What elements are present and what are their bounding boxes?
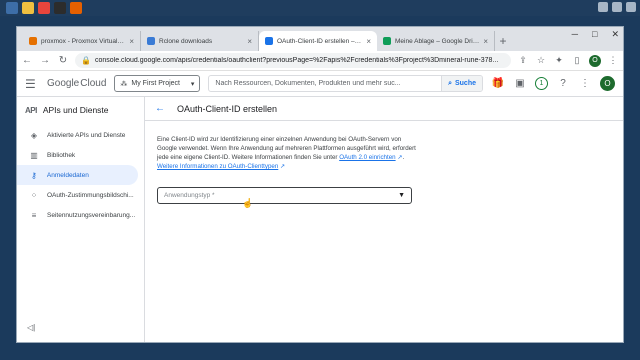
browser-tab[interactable]: Meine Ablage – Google Drive × (377, 31, 495, 51)
sidebar-item-label: OAuth-Zustimmungsbildschi... (47, 191, 134, 199)
new-tab-button[interactable]: + (495, 31, 511, 51)
terminal-icon[interactable] (54, 2, 66, 14)
tab-title: Rclone downloads (159, 37, 213, 45)
content-area: ← OAuth-Client-ID erstellen Eine Client-… (145, 97, 623, 342)
sidebar-item-label: Bibliothek (47, 151, 76, 159)
main-area: API APIs und Dienste ◈ Aktivierte APIs u… (17, 97, 623, 342)
sidebar-item-credentials[interactable]: ⚷ Anmeldedaten (17, 165, 138, 185)
os-taskbar (0, 0, 640, 16)
project-tree-icon: ⁂ (120, 80, 128, 88)
sidebar-item-label: Aktivierte APIs und Dienste (47, 131, 126, 139)
external-link-icon: ↗ (278, 163, 286, 170)
close-icon[interactable]: × (129, 37, 134, 46)
project-name: My First Project (131, 80, 181, 87)
forward-arrow-icon[interactable]: → (39, 55, 51, 66)
tray-icon[interactable] (612, 2, 622, 12)
library-icon: ▥ (30, 150, 38, 160)
external-link-icon: ↗ (395, 154, 403, 161)
app-icon[interactable] (6, 2, 18, 14)
logo-cloud: Cloud (80, 78, 107, 89)
browser-tab-active[interactable]: OAuth-Client-ID erstellen – APIs × (259, 31, 377, 51)
firefox-icon[interactable] (70, 2, 82, 14)
sidebar: API APIs und Dienste ◈ Aktivierte APIs u… (17, 97, 145, 342)
search-icon: ⌕ (448, 79, 452, 87)
back-arrow-icon[interactable]: ← (155, 103, 165, 114)
reload-icon[interactable]: ↻ (57, 55, 69, 66)
sidebar-item-page-usage[interactable]: ≡ Seitennutzungsvereinbarung... (17, 205, 144, 225)
client-types-link[interactable]: Weitere Informationen zu OAuth-Clienttyp… (157, 163, 278, 170)
bookmark-star-icon[interactable]: ☆ (535, 55, 547, 66)
tab-favicon (383, 37, 391, 45)
gift-icon[interactable]: 🎁 (491, 78, 505, 89)
sidepanel-icon[interactable]: ▯ (571, 55, 583, 66)
window-controls: ─ □ ✕ (572, 29, 619, 40)
tray-icon[interactable] (626, 2, 636, 12)
page-title: OAuth-Client-ID erstellen (177, 103, 278, 114)
sidebar-item-activated-apis[interactable]: ◈ Aktivierte APIs und Dienste (17, 125, 144, 145)
close-window-icon[interactable]: ✕ (611, 29, 619, 40)
sidebar-item-label: Anmeldedaten (46, 171, 89, 179)
search-box[interactable]: Nach Ressourcen, Dokumenten, Produkten u… (208, 75, 483, 92)
project-selector[interactable]: ⁂ My First Project ▾ (114, 75, 201, 92)
close-icon[interactable]: × (366, 37, 371, 46)
mouse-cursor-icon: ☝ (242, 198, 254, 208)
address-bar[interactable]: 🔒 console.cloud.google.com/apis/credenti… (75, 53, 511, 68)
folder-icon[interactable] (22, 2, 34, 14)
extensions-icon[interactable]: ✦ (553, 55, 565, 66)
avatar[interactable]: O (600, 76, 615, 91)
tab-favicon (265, 37, 273, 45)
menu-kebab-icon[interactable]: ⋮ (607, 55, 619, 66)
settings-list-icon: ≡ (31, 210, 37, 220)
search-button-label: Suche (454, 80, 476, 87)
lock-icon[interactable]: 🔒 (81, 56, 91, 65)
page-header: ← OAuth-Client-ID erstellen (145, 97, 623, 121)
notification-badge[interactable]: 1 (535, 77, 548, 90)
consent-icon: ⁘ (30, 190, 38, 200)
browser-toolbar: ← → ↻ 🔒 console.cloud.google.com/apis/cr… (17, 51, 623, 71)
search-input[interactable]: Nach Ressourcen, Dokumenten, Produkten u… (209, 80, 441, 87)
back-arrow-icon[interactable]: ← (21, 55, 33, 66)
oauth-setup-link[interactable]: OAuth 2.0 einrichten (339, 154, 395, 161)
description: Eine Client-ID wird zur Identifizierung … (157, 136, 416, 170)
google-cloud-logo[interactable]: Google Cloud (47, 78, 106, 89)
close-icon[interactable]: × (247, 37, 252, 46)
sidebar-header: API APIs und Dienste (17, 101, 144, 125)
hamburger-menu-icon[interactable]: ☰ (25, 77, 39, 91)
search-button[interactable]: ⌕ Suche (441, 76, 482, 91)
chrome-icon[interactable] (38, 2, 50, 14)
close-icon[interactable]: × (483, 37, 488, 46)
tab-strip: proxmox - Proxmox Virtual Enviro × Rclon… (17, 27, 623, 51)
select-placeholder: Anwendungstyp * (164, 192, 215, 199)
cloud-header: ☰ Google Cloud ⁂ My First Project ▾ Nach… (17, 71, 623, 97)
browser-tab[interactable]: Rclone downloads × (141, 31, 259, 51)
sidebar-item-consent-screen[interactable]: ⁘ OAuth-Zustimmungsbildschi... (17, 185, 144, 205)
logo-google: Google (47, 78, 80, 89)
minimize-icon[interactable]: ─ (572, 29, 578, 40)
sidebar-item-library[interactable]: ▥ Bibliothek (17, 145, 144, 165)
chevron-down-icon: ▾ (190, 80, 195, 88)
maximize-icon[interactable]: □ (592, 29, 597, 40)
collapse-sidebar-icon[interactable]: ◁| (27, 323, 35, 332)
tab-favicon (29, 37, 37, 45)
url-text: console.cloud.google.com/apis/credential… (94, 57, 499, 64)
api-logo-icon: API (25, 105, 37, 115)
browser-window: proxmox - Proxmox Virtual Enviro × Rclon… (16, 26, 624, 343)
tab-title: OAuth-Client-ID erstellen – APIs (277, 37, 363, 45)
application-type-select[interactable]: Anwendungstyp * ▼ (157, 187, 412, 204)
sidebar-title: APIs und Dienste (42, 105, 109, 115)
tab-title: Meine Ablage – Google Drive (395, 37, 480, 45)
browser-tab[interactable]: proxmox - Proxmox Virtual Enviro × (23, 31, 141, 51)
dropdown-arrow-icon: ▼ (398, 192, 405, 199)
tray-icon[interactable] (598, 2, 608, 12)
cloud-shell-icon[interactable]: ▣ (513, 78, 527, 89)
more-options-icon[interactable]: ⋮ (578, 78, 592, 89)
sidebar-item-label: Seitennutzungsvereinbarung... (47, 211, 136, 219)
share-icon[interactable]: ⇪ (517, 55, 529, 66)
diamond-icon: ◈ (30, 130, 38, 140)
browser-profile-avatar[interactable]: O (589, 54, 601, 67)
tab-favicon (147, 37, 155, 45)
key-icon: ⚷ (31, 170, 37, 180)
tab-title: proxmox - Proxmox Virtual Enviro (41, 37, 125, 45)
help-icon[interactable]: ? (556, 78, 570, 89)
